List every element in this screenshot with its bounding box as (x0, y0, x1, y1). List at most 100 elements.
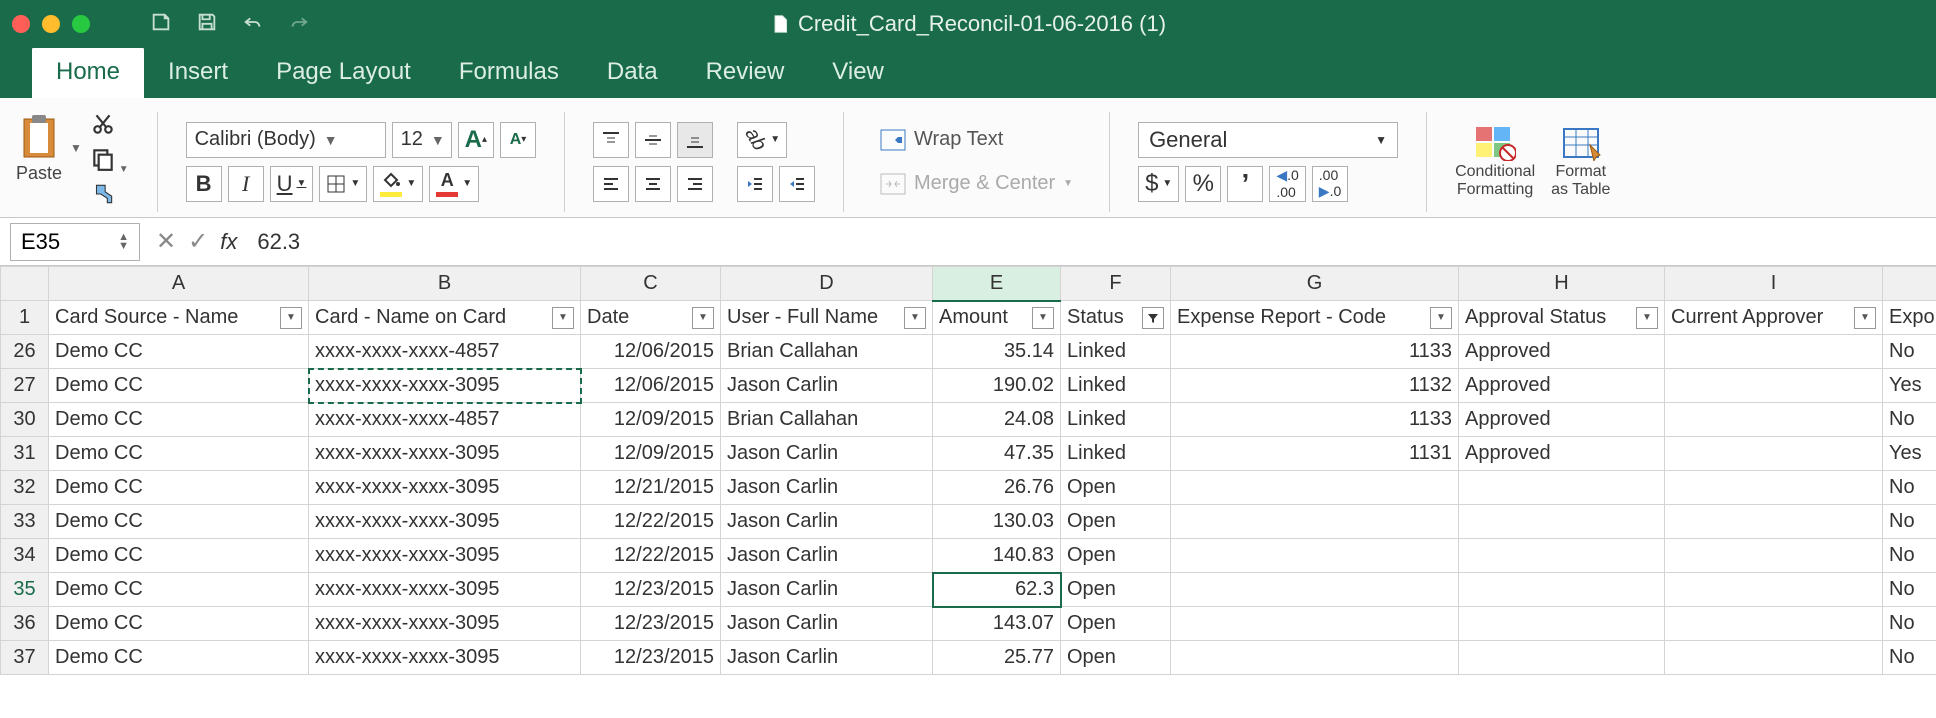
cell-F32[interactable]: Open (1061, 471, 1171, 505)
close-button[interactable] (12, 15, 30, 33)
cell-G35[interactable] (1171, 573, 1459, 607)
cell-H32[interactable] (1459, 471, 1665, 505)
cell-D31[interactable]: Jason Carlin (721, 437, 933, 471)
cell-I33[interactable] (1665, 505, 1883, 539)
underline-button[interactable]: U▼ (270, 166, 314, 202)
row-header-1[interactable]: 1 (1, 301, 49, 335)
cell-G31[interactable]: 1131 (1171, 437, 1459, 471)
column-header-B[interactable]: B (309, 267, 581, 301)
cell-C30[interactable]: 12/09/2015 (581, 403, 721, 437)
cell-D33[interactable]: Jason Carlin (721, 505, 933, 539)
cell-B36[interactable]: xxxx-xxxx-xxxx-3095 (309, 607, 581, 641)
cell-J27[interactable]: Yes (1883, 369, 1936, 403)
cut-icon[interactable] (90, 111, 129, 142)
cell-J30[interactable]: No (1883, 403, 1936, 437)
column-header-C[interactable]: C (581, 267, 721, 301)
decrease-decimal-button[interactable]: .00▶.0 (1312, 166, 1348, 202)
cell-H31[interactable]: Approved (1459, 437, 1665, 471)
tab-view[interactable]: View (808, 46, 908, 98)
cell-B27[interactable]: xxxx-xxxx-xxxx-3095 (309, 369, 581, 403)
tab-data[interactable]: Data (583, 46, 682, 98)
cell-A31[interactable]: Demo CC (49, 437, 309, 471)
row-header-26[interactable]: 26 (1, 335, 49, 369)
minimize-button[interactable] (42, 15, 60, 33)
cell-J26[interactable]: No (1883, 335, 1936, 369)
cell-E35[interactable]: 62.3 (933, 573, 1061, 607)
currency-button[interactable]: $▼ (1138, 166, 1179, 202)
cell-B35[interactable]: xxxx-xxxx-xxxx-3095 (309, 573, 581, 607)
cell-J35[interactable]: No (1883, 573, 1936, 607)
name-box[interactable]: E35 ▲▼ (10, 223, 140, 261)
column-header-D[interactable]: D (721, 267, 933, 301)
filter-button-A[interactable]: ▼ (280, 307, 302, 329)
cell-E32[interactable]: 26.76 (933, 471, 1061, 505)
cell-H37[interactable] (1459, 641, 1665, 675)
cell-G32[interactable] (1171, 471, 1459, 505)
cell-J34[interactable]: No (1883, 539, 1936, 573)
fx-icon[interactable]: fx (220, 229, 237, 255)
row-header-37[interactable]: 37 (1, 641, 49, 675)
cell-E27[interactable]: 190.02 (933, 369, 1061, 403)
cell-G26[interactable]: 1133 (1171, 335, 1459, 369)
undo-icon[interactable] (242, 11, 264, 38)
format-painter-icon[interactable] (90, 181, 129, 212)
row-header-27[interactable]: 27 (1, 369, 49, 403)
cell-D26[interactable]: Brian Callahan (721, 335, 933, 369)
row-header-35[interactable]: 35 (1, 573, 49, 607)
cell-I31[interactable] (1665, 437, 1883, 471)
bold-button[interactable]: B (186, 166, 222, 202)
font-color-button[interactable]: A▼ (429, 166, 479, 202)
cell-H26[interactable]: Approved (1459, 335, 1665, 369)
column-header-F[interactable]: F (1061, 267, 1171, 301)
filter-button-E[interactable]: ▼ (1032, 307, 1054, 329)
header-cell-I[interactable]: Current Approver▼ (1665, 301, 1883, 335)
cell-E37[interactable]: 25.77 (933, 641, 1061, 675)
column-header-H[interactable]: H (1459, 267, 1665, 301)
cell-A33[interactable]: Demo CC (49, 505, 309, 539)
cell-H35[interactable] (1459, 573, 1665, 607)
header-cell-J[interactable]: Exported▼ (1883, 301, 1936, 335)
cell-F31[interactable]: Linked (1061, 437, 1171, 471)
cell-I34[interactable] (1665, 539, 1883, 573)
cell-I32[interactable] (1665, 471, 1883, 505)
cell-D30[interactable]: Brian Callahan (721, 403, 933, 437)
cell-D36[interactable]: Jason Carlin (721, 607, 933, 641)
cell-F34[interactable]: Open (1061, 539, 1171, 573)
column-header-I[interactable]: I (1665, 267, 1883, 301)
orientation-button[interactable]: ab▼ (737, 122, 787, 158)
cell-F30[interactable]: Linked (1061, 403, 1171, 437)
cell-C33[interactable]: 12/22/2015 (581, 505, 721, 539)
cell-E26[interactable]: 35.14 (933, 335, 1061, 369)
cell-D37[interactable]: Jason Carlin (721, 641, 933, 675)
cell-I27[interactable] (1665, 369, 1883, 403)
header-cell-C[interactable]: Date▼ (581, 301, 721, 335)
tab-insert[interactable]: Insert (144, 46, 252, 98)
cell-F36[interactable]: Open (1061, 607, 1171, 641)
row-header-31[interactable]: 31 (1, 437, 49, 471)
cell-F27[interactable]: Linked (1061, 369, 1171, 403)
row-header-33[interactable]: 33 (1, 505, 49, 539)
maximize-button[interactable] (72, 15, 90, 33)
decrease-indent-button[interactable] (737, 166, 773, 202)
cell-C35[interactable]: 12/23/2015 (581, 573, 721, 607)
row-header-36[interactable]: 36 (1, 607, 49, 641)
cell-F35[interactable]: Open (1061, 573, 1171, 607)
row-header-30[interactable]: 30 (1, 403, 49, 437)
row-header-34[interactable]: 34 (1, 539, 49, 573)
cell-C37[interactable]: 12/23/2015 (581, 641, 721, 675)
cell-C26[interactable]: 12/06/2015 (581, 335, 721, 369)
cell-J37[interactable]: No (1883, 641, 1936, 675)
accept-formula-icon[interactable]: ✓ (188, 227, 208, 256)
cancel-formula-icon[interactable]: ✕ (156, 227, 176, 256)
cell-B31[interactable]: xxxx-xxxx-xxxx-3095 (309, 437, 581, 471)
tab-review[interactable]: Review (682, 46, 809, 98)
cell-I35[interactable] (1665, 573, 1883, 607)
font-name-combo[interactable]: Calibri (Body)▼ (186, 122, 386, 158)
filter-button-D[interactable]: ▼ (904, 307, 926, 329)
cell-J36[interactable]: No (1883, 607, 1936, 641)
cell-C31[interactable]: 12/09/2015 (581, 437, 721, 471)
redo-icon[interactable] (288, 11, 310, 38)
cell-E31[interactable]: 47.35 (933, 437, 1061, 471)
format-as-table-button[interactable]: Format as Table (1551, 125, 1610, 199)
align-bottom-button[interactable] (677, 122, 713, 158)
